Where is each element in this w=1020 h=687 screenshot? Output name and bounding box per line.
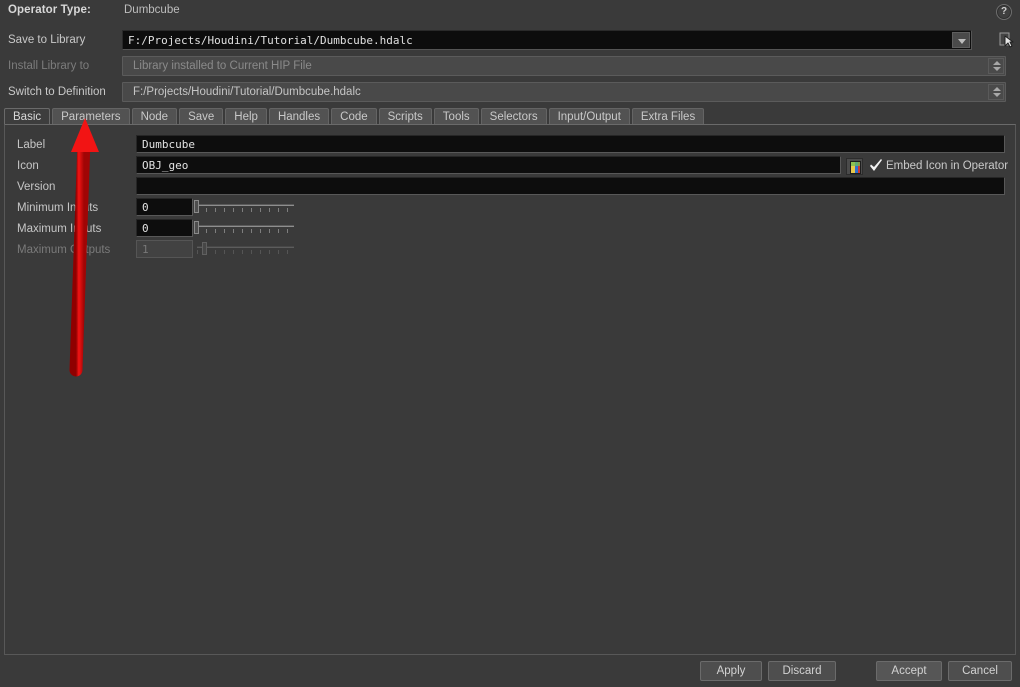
tab-save[interactable]: Save xyxy=(179,108,223,125)
tab-input-output[interactable]: Input/Output xyxy=(549,108,630,125)
tab-extra-files[interactable]: Extra Files xyxy=(632,108,704,125)
slider-rail xyxy=(197,204,294,206)
tab-node[interactable]: Node xyxy=(132,108,178,125)
row-maximum-outputs: Maximum Outputs 1 xyxy=(5,240,1017,261)
value-icon: OBJ_geo xyxy=(137,159,188,172)
switch-to-definition-label: Switch to Definition xyxy=(8,86,106,98)
label-icon: Icon xyxy=(17,160,39,172)
stepper-up-down-icon[interactable] xyxy=(988,84,1004,100)
help-question-icon[interactable]: ? xyxy=(996,4,1012,20)
checkmark-icon[interactable] xyxy=(869,159,883,173)
row-maximum-inputs: Maximum Inputs 0 xyxy=(5,219,1017,240)
switch-to-definition-input[interactable]: F:/Projects/Houdini/Tutorial/Dumbcube.hd… xyxy=(122,82,1006,102)
tab-handles[interactable]: Handles xyxy=(269,108,329,125)
tab-tools[interactable]: Tools xyxy=(434,108,479,125)
value-label: Dumbcube xyxy=(137,138,195,151)
operator-type-value: Dumbcube xyxy=(124,4,180,16)
input-maximum-outputs: 1 xyxy=(136,240,193,258)
input-icon[interactable]: OBJ_geo xyxy=(136,156,841,174)
input-maximum-inputs[interactable]: 0 xyxy=(136,219,193,237)
label-maximum-inputs: Maximum Inputs xyxy=(17,223,101,235)
install-library-to-input[interactable]: Library installed to Current HIP File xyxy=(122,56,1006,76)
discard-button[interactable]: Discard xyxy=(768,661,836,681)
tab-bar: BasicParametersNodeSaveHelpHandlesCodeSc… xyxy=(4,107,706,125)
slider-ticks xyxy=(197,208,294,212)
row-save-to-library: Save to Library F:/Projects/Houdini/Tuto… xyxy=(0,30,1020,52)
operator-type-properties-dialog: Operator Type: Dumbcube ? Save to Librar… xyxy=(0,0,1020,687)
switch-to-definition-value: F:/Projects/Houdini/Tutorial/Dumbcube.hd… xyxy=(123,86,361,98)
basic-tab-panel: Label Dumbcube Icon OBJ_geo Embed Icon in Op… xyxy=(4,124,1016,655)
value-minimum-inputs: 0 xyxy=(137,201,149,214)
tab-scripts[interactable]: Scripts xyxy=(379,108,432,125)
accept-button[interactable]: Accept xyxy=(876,661,942,681)
slider-rail xyxy=(197,246,294,248)
tab-code[interactable]: Code xyxy=(331,108,377,125)
dialog-footer: Apply Discard Accept Cancel xyxy=(0,655,1020,687)
dialog-header: Operator Type: Dumbcube ? xyxy=(0,0,1020,22)
chevron-down-icon[interactable] xyxy=(952,32,970,48)
label-version: Version xyxy=(17,181,55,193)
node-picker-icon[interactable] xyxy=(998,31,1016,49)
slider-handle[interactable] xyxy=(194,200,199,213)
stepper-up-down-icon[interactable] xyxy=(988,58,1004,74)
input-label[interactable]: Dumbcube xyxy=(136,135,1005,153)
save-to-library-input[interactable]: F:/Projects/Houdini/Tutorial/Dumbcube.hd… xyxy=(122,30,972,50)
tab-selectors[interactable]: Selectors xyxy=(481,108,547,125)
label-minimum-inputs: Minimum Inputs xyxy=(17,202,98,214)
slider-rail xyxy=(197,225,294,227)
tab-help[interactable]: Help xyxy=(225,108,267,125)
slider-maximum-inputs[interactable] xyxy=(194,221,294,236)
row-switch-to-definition: Switch to Definition F:/Projects/Houdini… xyxy=(0,82,1020,104)
row-label: Label Dumbcube xyxy=(5,135,1017,156)
embed-icon-in-operator-label[interactable]: Embed Icon in Operator xyxy=(886,160,1008,172)
slider-maximum-outputs xyxy=(194,242,294,257)
tab-parameters[interactable]: Parameters xyxy=(52,108,129,125)
install-library-to-label: Install Library to xyxy=(8,60,89,72)
row-version: Version xyxy=(5,177,1017,198)
slider-ticks xyxy=(197,229,294,233)
apply-button[interactable]: Apply xyxy=(700,661,762,681)
row-minimum-inputs: Minimum Inputs 0 xyxy=(5,198,1017,219)
slider-minimum-inputs[interactable] xyxy=(194,200,294,215)
icon-browser-icon[interactable] xyxy=(846,158,863,175)
save-to-library-label: Save to Library xyxy=(8,34,85,46)
value-maximum-inputs: 0 xyxy=(137,222,149,235)
input-minimum-inputs[interactable]: 0 xyxy=(136,198,193,216)
value-maximum-outputs: 1 xyxy=(137,243,149,256)
label-maximum-outputs: Maximum Outputs xyxy=(17,244,110,256)
cancel-button[interactable]: Cancel xyxy=(948,661,1012,681)
row-icon: Icon OBJ_geo Embed Icon in Operator xyxy=(5,156,1017,177)
operator-type-label: Operator Type: xyxy=(8,4,91,16)
install-library-to-value: Library installed to Current HIP File xyxy=(123,60,312,72)
label-label: Label xyxy=(17,139,45,151)
row-install-library-to: Install Library to Library installed to … xyxy=(0,56,1020,78)
slider-handle[interactable] xyxy=(202,242,207,255)
input-version[interactable] xyxy=(136,177,1005,195)
slider-ticks xyxy=(197,250,294,254)
tab-basic[interactable]: Basic xyxy=(4,108,50,125)
slider-handle[interactable] xyxy=(194,221,199,234)
save-to-library-value: F:/Projects/Houdini/Tutorial/Dumbcube.hd… xyxy=(123,34,413,47)
